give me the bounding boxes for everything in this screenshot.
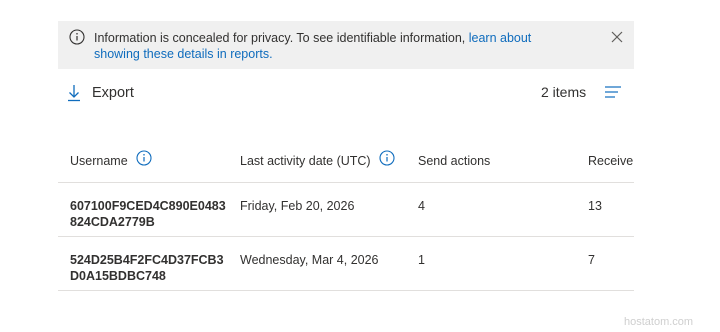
close-icon[interactable]	[610, 30, 624, 44]
export-label: Export	[92, 85, 134, 101]
column-label: Send actions	[418, 154, 491, 168]
filter-lines-icon[interactable]	[604, 85, 622, 99]
download-icon	[68, 85, 80, 102]
send-actions-cell: 4	[418, 199, 425, 213]
column-header-send-actions[interactable]: Send actions	[418, 154, 490, 168]
column-label: Receive a	[588, 154, 634, 168]
table-row[interactable]: 607100F9CED4C890E0483824CDA2779B Friday,…	[58, 183, 634, 237]
info-icon[interactable]	[379, 150, 395, 166]
username-cell: 607100F9CED4C890E0483824CDA2779B	[70, 199, 226, 229]
receive-actions-cell: 13	[588, 199, 602, 213]
column-label: Last activity date (UTC)	[240, 154, 371, 168]
banner-text: Information is concealed for privacy. To…	[94, 31, 469, 45]
privacy-banner: Information is concealed for privacy. To…	[58, 21, 634, 69]
username-cell: 524D25B4F2FC4D37FCB3D0A15BDBC748	[70, 253, 224, 283]
column-header-receive-actions[interactable]: Receive a	[588, 154, 634, 168]
last-activity-cell: Wednesday, Mar 4, 2026	[240, 253, 379, 267]
info-icon	[69, 29, 85, 45]
column-header-last-activity[interactable]: Last activity date (UTC)	[240, 150, 395, 168]
send-actions-cell: 1	[418, 253, 425, 267]
export-button[interactable]: Export	[66, 82, 134, 104]
table-header: Username Last activity date (UTC) Send a…	[58, 140, 634, 183]
receive-actions-cell: 7	[588, 253, 595, 267]
last-activity-cell: Friday, Feb 20, 2026	[240, 199, 355, 213]
info-icon[interactable]	[136, 150, 152, 166]
column-label: Username	[70, 154, 128, 168]
banner-message: Information is concealed for privacy. To…	[94, 30, 574, 62]
users-table: Username Last activity date (UTC) Send a…	[58, 140, 634, 292]
column-header-username[interactable]: Username	[70, 150, 152, 168]
item-count: 2 items	[541, 84, 587, 100]
watermark: hostatom.com	[624, 316, 694, 328]
table-row[interactable]: 524D25B4F2FC4D37FCB3D0A15BDBC748 Wednesd…	[58, 237, 634, 291]
